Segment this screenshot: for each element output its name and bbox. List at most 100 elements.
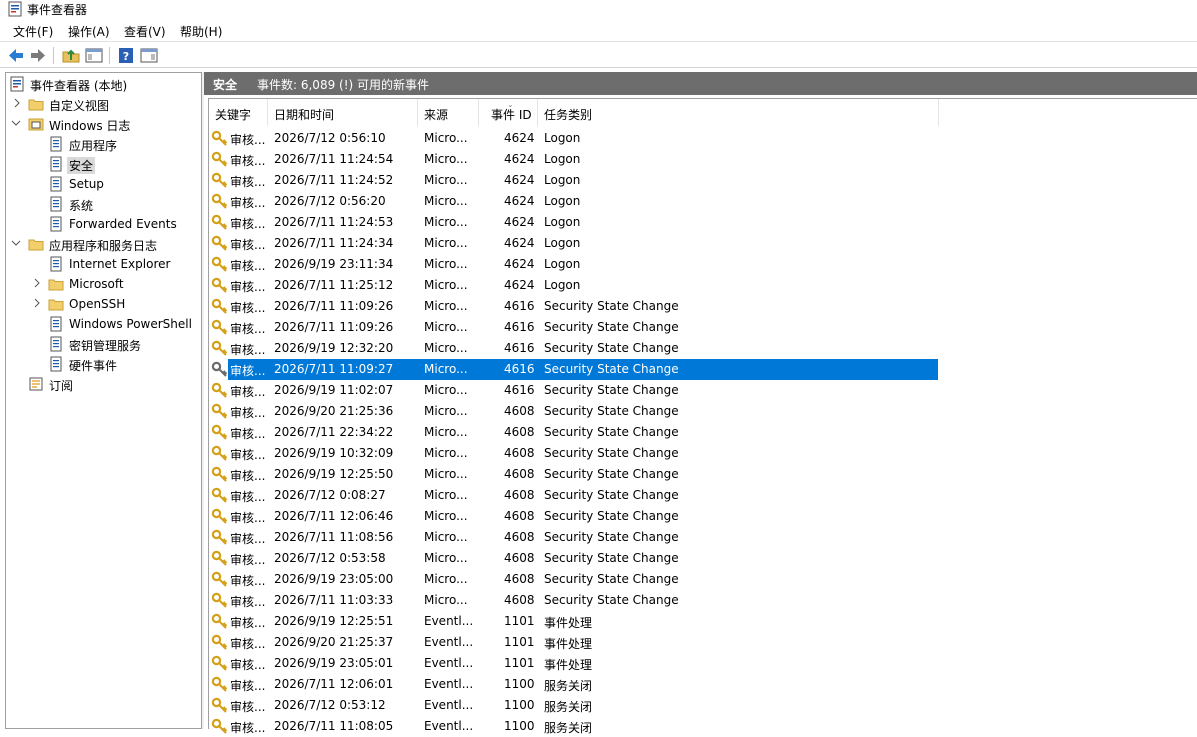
cell-event-id: 1101: [504, 635, 535, 649]
tree-item-key-management-service[interactable]: 密钥管理服务: [6, 334, 201, 354]
tree-item-microsoft[interactable]: Microsoft: [6, 274, 201, 294]
table-row[interactable]: 审核... 2026/9/20 21:25:36 Micro... 4608 Secur…: [209, 401, 939, 422]
table-row[interactable]: 审核... 2026/7/11 11:09:26 Micro... 4616 Secur…: [209, 296, 939, 317]
table-row[interactable]: 审核... 2026/7/11 11:24:34 Micro... 4624 Logon: [209, 233, 939, 254]
chevron-down-icon[interactable]: [11, 237, 21, 249]
cell-datetime: 2026/7/11 12:06:46: [274, 509, 394, 523]
cell-task-category: Security State Change: [544, 362, 679, 376]
tree-item-windows-logs[interactable]: Windows 日志: [6, 114, 201, 134]
table-row[interactable]: 审核... 2026/7/12 0:08:27 Micro... 4608 Securi…: [209, 485, 939, 506]
tree-item-windows-powershell[interactable]: Windows PowerShell: [6, 314, 201, 334]
cell-keyword: 审核...: [230, 721, 266, 735]
table-row[interactable]: 审核... 2026/7/11 11:08:05 Eventl... 1100 服务关闭: [209, 716, 939, 737]
column-header-task-category[interactable]: 任务类别: [538, 99, 939, 126]
table-row[interactable]: 审核... 2026/7/11 11:25:12 Micro... 4624 Logon: [209, 275, 939, 296]
sort-indicator-icon: ⌄: [507, 100, 514, 109]
menu-view[interactable]: 查看(V): [124, 23, 166, 40]
cell-source: Micro...: [424, 404, 468, 418]
table-row[interactable]: 审核... 2026/9/19 12:25:51 Eventl... 1101 事件处理: [209, 611, 939, 632]
folder-icon: [48, 299, 64, 311]
tree-item-forwarded-events[interactable]: Forwarded Events: [6, 214, 201, 234]
tree-item-openssh[interactable]: OpenSSH: [6, 294, 201, 314]
cell-event-id: 1100: [504, 677, 535, 691]
cell-source: Micro...: [424, 488, 468, 502]
table-row[interactable]: 审核... 2026/7/11 11:03:33 Micro... 4608 Secur…: [209, 590, 939, 611]
cell-event-id: 4608: [504, 488, 535, 502]
cell-datetime: 2026/7/11 11:25:12: [274, 278, 394, 292]
table-row[interactable]: 审核... 2026/7/12 0:56:10 Micro... 4624 Logon: [209, 128, 939, 149]
table-row[interactable]: 审核... 2026/7/11 11:08:56 Micro... 4608 Secur…: [209, 527, 939, 548]
cell-source: Micro...: [424, 152, 468, 166]
tree-item-system[interactable]: 系统: [6, 194, 201, 214]
up-folder-icon[interactable]: [61, 46, 81, 65]
tree-label: 系统: [69, 199, 94, 213]
log-icon: [50, 196, 62, 212]
audit-success-key-icon: [211, 319, 228, 335]
column-header-keyword[interactable]: 关键字: [209, 99, 268, 126]
audit-success-key-icon: [211, 403, 228, 419]
back-icon[interactable]: [6, 46, 26, 65]
chevron-right-icon[interactable]: [32, 297, 42, 309]
table-row[interactable]: 审核... 2026/7/11 11:24:52 Micro... 4624 Logon: [209, 170, 939, 191]
table-row[interactable]: 审核... 2026/7/12 0:53:12 Eventl... 1100 服务关闭: [209, 695, 939, 716]
tree-item-subscriptions[interactable]: 订阅: [6, 374, 201, 394]
table-row[interactable]: 审核... 2026/9/19 10:32:09 Micro... 4608 Secur…: [209, 443, 939, 464]
cell-task-category: 事件处理: [544, 658, 593, 672]
table-row[interactable]: 审核... 2026/7/12 0:56:20 Micro... 4624 Logon: [209, 191, 939, 212]
table-row[interactable]: 审核... 2026/7/11 12:06:01 Eventl... 1100 服务关闭: [209, 674, 939, 695]
table-row[interactable]: 审核... 2026/7/12 0:53:58 Micro... 4608 Securi…: [209, 548, 939, 569]
cell-source: Micro...: [424, 467, 468, 481]
table-row[interactable]: 审核... 2026/9/19 23:11:34 Micro... 4624 Logon: [209, 254, 939, 275]
tree-label: 自定义视图: [49, 99, 110, 113]
chevron-right-icon[interactable]: [12, 97, 22, 109]
menu-help[interactable]: 帮助(H): [180, 23, 222, 40]
cell-task-category: 事件处理: [544, 637, 593, 651]
table-row[interactable]: 审核... 2026/9/19 12:25:50 Micro... 4608 Secur…: [209, 464, 939, 485]
column-header-source[interactable]: 来源: [418, 99, 479, 126]
chevron-right-icon[interactable]: [32, 277, 42, 289]
cell-event-id: 4608: [504, 467, 535, 481]
cell-event-id: 4608: [504, 509, 535, 523]
show-hide-action-pane-icon[interactable]: [139, 46, 159, 65]
cell-event-id: 4608: [504, 530, 535, 544]
forward-icon[interactable]: [28, 46, 48, 65]
cell-source: Micro...: [424, 215, 468, 229]
tree-item-security[interactable]: 安全: [6, 154, 201, 174]
table-row[interactable]: 审核... 2026/7/11 11:09:26 Micro... 4616 Secur…: [209, 317, 939, 338]
cell-task-category: Logon: [544, 215, 581, 229]
show-hide-tree-icon[interactable]: [84, 46, 104, 65]
table-row[interactable]: 审核... 2026/7/11 11:24:54 Micro... 4624 Logon: [209, 149, 939, 170]
tree-item-setup[interactable]: Setup: [6, 174, 201, 194]
cell-datetime: 2026/7/11 12:06:01: [274, 677, 394, 691]
menu-file[interactable]: 文件(F): [13, 23, 53, 40]
table-row[interactable]: 审核... 2026/7/11 11:24:53 Micro... 4624 Logon: [209, 212, 939, 233]
help-icon[interactable]: ?: [116, 46, 136, 65]
tree-item-hardware-events[interactable]: 硬件事件: [6, 354, 201, 374]
tree-item-custom-views[interactable]: 自定义视图: [6, 94, 201, 114]
chevron-down-icon[interactable]: [11, 117, 21, 129]
tree-item-application[interactable]: 应用程序: [6, 134, 201, 154]
menu-action[interactable]: 操作(A): [68, 23, 110, 40]
table-row[interactable]: 审核... 2026/9/19 12:32:20 Micro... 4616 Secur…: [209, 338, 939, 359]
audit-success-key-icon: [211, 235, 228, 251]
table-row[interactable]: 审核... 2026/9/20 21:25:37 Eventl... 1101 事件处理: [209, 632, 939, 653]
cell-datetime: 2026/7/11 11:03:33: [274, 593, 394, 607]
cell-keyword: 审核...: [230, 259, 266, 273]
tree-item-apps-services-logs[interactable]: 应用程序和服务日志: [6, 234, 201, 254]
log-icon: [50, 216, 62, 232]
column-header-datetime[interactable]: 日期和时间: [268, 99, 418, 126]
cell-task-category: Security State Change: [544, 341, 679, 355]
table-row[interactable]: 审核... 2026/7/11 11:09:27 Micro... 4616 Secur…: [209, 359, 939, 380]
tree-item-internet-explorer[interactable]: Internet Explorer: [6, 254, 201, 274]
cell-datetime: 2026/7/11 11:08:05: [274, 719, 394, 733]
table-row[interactable]: 审核... 2026/7/11 12:06:46 Micro... 4608 Secur…: [209, 506, 939, 527]
table-row[interactable]: 审核... 2026/9/19 23:05:01 Eventl... 1101 事件处理: [209, 653, 939, 674]
cell-source: Eventl...: [424, 719, 474, 733]
cell-source: Micro...: [424, 173, 468, 187]
cell-event-id: 4624: [504, 215, 535, 229]
tree-item-event-viewer-local[interactable]: 事件查看器 (本地): [6, 74, 201, 94]
table-row[interactable]: 审核... 2026/7/11 22:34:22 Micro... 4608 Secur…: [209, 422, 939, 443]
table-row[interactable]: 审核... 2026/9/19 11:02:07 Micro... 4616 Secur…: [209, 380, 939, 401]
audit-success-key-icon: [211, 508, 228, 524]
table-row[interactable]: 审核... 2026/9/19 23:05:00 Micro... 4608 Secur…: [209, 569, 939, 590]
